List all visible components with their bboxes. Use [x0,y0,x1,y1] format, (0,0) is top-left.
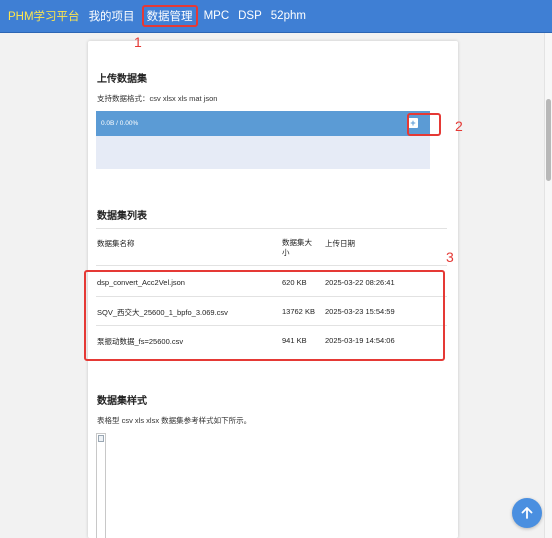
list-divider-top [96,228,447,229]
supported-formats-text: 支持数据格式：csv xlsx xls mat json [97,94,218,103]
upload-progress-text: 0.0B / 0.00% [101,120,139,127]
upload-drop-area[interactable] [96,136,430,169]
nav-item-my-projects[interactable]: 我的项目 [89,8,135,24]
annotation-2: 2 [455,118,463,134]
highlight-dataset-rows [84,270,445,361]
page-scrollbar[interactable] [544,33,552,538]
sample-description: 表格型 csv xls xlsx 数据集参考样式如下所示。 [97,416,252,425]
upload-progress-bar: 0.0B / 0.00% + [96,111,430,136]
col-header-date: 上传日期 [325,239,355,248]
back-to-top-button[interactable] [512,498,542,528]
nav-item-data-management[interactable]: 数据管理 [141,5,198,27]
col-header-name: 数据集名称 [97,239,135,248]
nav-item-mpc[interactable]: MPC [204,10,230,22]
highlight-upload-button [407,113,441,136]
arrow-up-icon [521,507,533,519]
list-header-divider [96,265,447,266]
upload-section-title: 上传数据集 [97,74,147,85]
nav-item-dsp[interactable]: DSP [238,10,262,22]
sample-image [96,433,106,538]
annotation-3: 3 [446,249,454,265]
nav-item-52phm[interactable]: 52phm [271,10,306,22]
broken-image-icon [98,435,104,442]
dataset-list-title: 数据集列表 [97,211,147,222]
top-navbar: PHM学习平台 我的项目 数据管理 MPC DSP 52phm [0,0,552,33]
nav-brand[interactable]: PHM学习平台 [8,8,80,24]
annotation-1: 1 [134,34,142,50]
sample-section-title: 数据集样式 [97,396,147,407]
col-header-size: 数据集大小 [282,238,312,257]
scrollbar-thumb[interactable] [546,99,551,181]
